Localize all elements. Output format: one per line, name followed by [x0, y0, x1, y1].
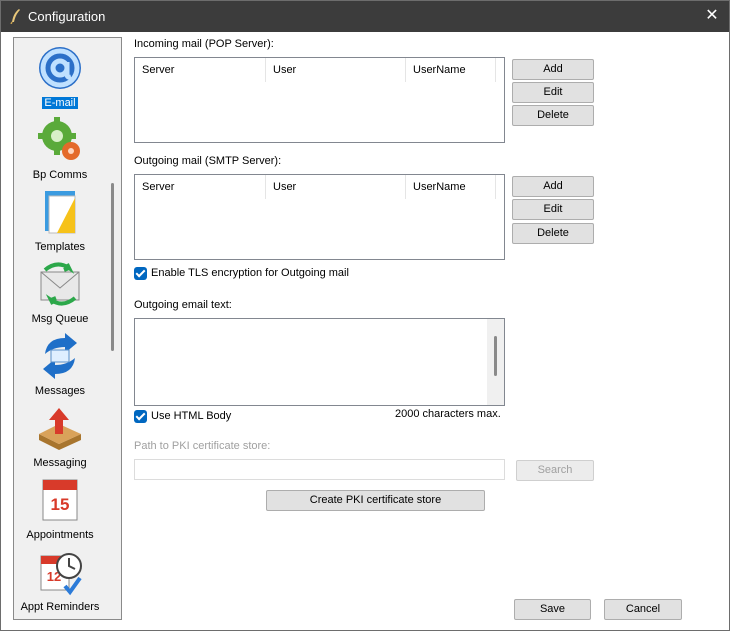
nav-item-label: Appointments [26, 529, 94, 541]
outgoing-delete-button[interactable]: Delete [512, 223, 594, 244]
nav-item-label: Messaging [33, 457, 87, 469]
textarea-scrollbar[interactable] [487, 319, 504, 405]
character-limit-text: 2000 characters max. [395, 408, 501, 420]
nav-item-messages[interactable]: Messages [14, 332, 106, 397]
mail-queue-icon [40, 262, 80, 306]
outgoing-mail-label: Outgoing mail (SMTP Server): [134, 155, 282, 167]
email-at-icon [39, 47, 81, 89]
calendar-icon: 15 [42, 479, 78, 521]
outgoing-edit-button[interactable]: Edit [512, 199, 594, 220]
inbox-tray-icon [39, 408, 81, 450]
nav-item-label: Messages [34, 385, 86, 397]
checkbox-checked-icon [134, 267, 147, 280]
configuration-window: Configuration ✕ E-mail Bp Comms Template… [0, 0, 730, 631]
tls-checkbox[interactable]: Enable TLS encryption for Outgoing mail [134, 267, 374, 281]
templates-icon [45, 191, 76, 234]
title-bar: Configuration ✕ [1, 1, 729, 32]
column-header-user[interactable]: User [266, 58, 406, 82]
calendar-day-number: 15 [51, 495, 70, 514]
nav-item-label: Appt Reminders [20, 601, 100, 613]
cancel-button[interactable]: Cancel [604, 599, 682, 620]
nav-item-msg-queue[interactable]: Msg Queue [14, 260, 106, 325]
calendar-clock-icon: 12 [40, 553, 82, 596]
outgoing-add-button[interactable]: Add [512, 176, 594, 197]
close-icon: ✕ [705, 7, 719, 24]
email-text-area[interactable] [134, 318, 505, 406]
search-button[interactable]: Search [516, 460, 594, 481]
incoming-delete-button[interactable]: Delete [512, 105, 594, 126]
nav-item-appointments[interactable]: 15 Appointments [14, 476, 106, 541]
incoming-server-list[interactable]: Server User UserName [134, 57, 505, 143]
incoming-edit-button[interactable]: Edit [512, 82, 594, 103]
nav-item-label: Templates [34, 241, 86, 253]
incoming-add-button[interactable]: Add [512, 59, 594, 80]
column-header-username[interactable]: UserName [406, 175, 496, 199]
nav-item-label: E-mail [42, 97, 78, 109]
scrollbar-thumb[interactable] [111, 183, 114, 351]
pki-path-input[interactable] [134, 459, 505, 480]
close-button[interactable]: ✕ [695, 1, 729, 32]
pki-path-label: Path to PKI certificate store: [134, 440, 271, 452]
column-header-user[interactable]: User [266, 175, 406, 199]
nav-item-email[interactable]: E-mail [14, 44, 106, 109]
sidebar-scrollbar[interactable] [105, 38, 121, 619]
nav-item-appt-reminders[interactable]: 12 Appt Reminders [14, 548, 106, 613]
tls-checkbox-label: Enable TLS encryption for Outgoing mail [151, 267, 349, 279]
column-header-server[interactable]: Server [135, 175, 266, 199]
outgoing-server-list[interactable]: Server User UserName [134, 174, 505, 260]
save-button[interactable]: Save [514, 599, 591, 620]
app-quill-icon [10, 9, 20, 24]
column-header-server[interactable]: Server [135, 58, 266, 82]
nav-item-bp-comms[interactable]: Bp Comms [14, 116, 106, 181]
window-title: Configuration [28, 9, 106, 24]
incoming-mail-label: Incoming mail (POP Server): [134, 38, 274, 50]
create-pki-store-button[interactable]: Create PKI certificate store [266, 490, 485, 511]
html-body-checkbox-label: Use HTML Body [151, 410, 232, 422]
email-text-label: Outgoing email text: [134, 299, 232, 311]
checkbox-checked-icon [134, 410, 147, 423]
nav-item-templates[interactable]: Templates [14, 188, 106, 253]
category-sidebar: E-mail Bp Comms Templates Msg Queue Mess… [13, 37, 122, 620]
nav-item-label: Msg Queue [31, 313, 89, 325]
scrollbar-thumb[interactable] [494, 336, 497, 376]
nav-item-messaging[interactable]: Messaging [14, 404, 106, 469]
nav-item-label: Bp Comms [32, 169, 88, 181]
messages-sync-icon [43, 333, 77, 379]
column-header-username[interactable]: UserName [406, 58, 496, 82]
html-body-checkbox[interactable]: Use HTML Body [134, 410, 254, 424]
gears-icon [38, 117, 80, 160]
